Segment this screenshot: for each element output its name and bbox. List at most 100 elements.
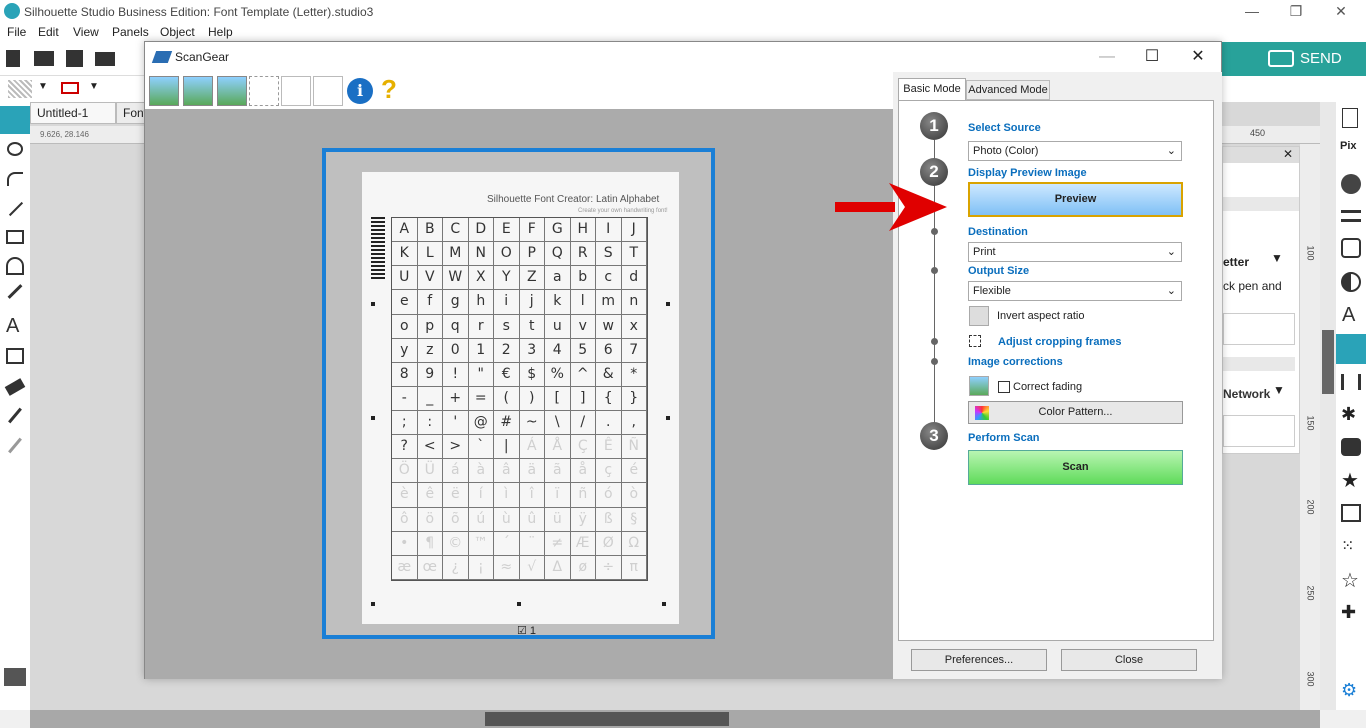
dialog-maximize-icon[interactable]: ☐ xyxy=(1137,47,1167,67)
restore-icon[interactable]: ❐ xyxy=(1281,2,1311,20)
eraser-tool-icon[interactable] xyxy=(4,378,26,396)
print-icon[interactable] xyxy=(95,52,115,66)
scrollbar-thumb[interactable] xyxy=(485,712,729,726)
invert-aspect-icon[interactable] xyxy=(969,306,989,326)
glyph-cell: ™ xyxy=(468,531,494,556)
fill-pattern-icon[interactable] xyxy=(8,80,32,98)
panel-field[interactable] xyxy=(1223,313,1295,345)
chevron-down-icon[interactable]: ▼ xyxy=(1273,383,1285,397)
eyedropper-tool-icon[interactable] xyxy=(8,437,22,454)
text-style-icon[interactable]: A xyxy=(1342,304,1355,327)
character-grid: ABCDEFGHIJ KLMNOPQRST UVWXYZabcd efghijklmn… xyxy=(391,217,648,581)
scan-button[interactable]: Scan xyxy=(968,450,1183,485)
minimize-icon[interactable]: — xyxy=(1237,2,1267,20)
auto-crop-icon[interactable] xyxy=(217,76,247,106)
help-icon[interactable]: ? xyxy=(381,74,397,105)
destination-dropdown[interactable]: Print ⌄ xyxy=(968,242,1182,262)
glyph-cell: 4 xyxy=(545,338,571,363)
info-icon[interactable]: i xyxy=(347,78,373,104)
glyph-cell: ï xyxy=(545,483,571,508)
rectangle-tool-icon[interactable] xyxy=(6,230,24,244)
page-select-checkbox[interactable]: ☑ 1 xyxy=(517,624,536,637)
align-icon[interactable] xyxy=(1341,374,1361,390)
line-tool-icon[interactable] xyxy=(8,201,24,217)
edit-tool-icon[interactable] xyxy=(6,348,24,364)
glyph-cell: © xyxy=(443,531,469,556)
offset-icon[interactable] xyxy=(1341,504,1361,522)
select-source-dropdown[interactable]: Photo (Color) ⌄ xyxy=(968,141,1182,161)
font-panel-icon[interactable] xyxy=(1336,334,1366,364)
app-title: Silhouette Studio Business Edition: Font… xyxy=(24,5,374,19)
multi-crop-icon[interactable] xyxy=(313,76,343,106)
menu-edit[interactable]: Edit xyxy=(38,25,59,39)
import-icon[interactable] xyxy=(4,668,26,686)
lasso-tool-icon[interactable] xyxy=(7,142,23,156)
glyph-cell: c xyxy=(596,266,622,291)
lines-icon[interactable] xyxy=(1341,210,1361,222)
adjust-cropping-label[interactable]: Adjust cropping frames xyxy=(998,336,1121,348)
scrollbar-thumb[interactable] xyxy=(1322,330,1334,394)
knife-tool-icon[interactable] xyxy=(8,407,22,424)
dialog-minimize-icon[interactable]: — xyxy=(1092,47,1122,67)
close-button[interactable]: Close xyxy=(1061,649,1197,671)
ruler-label: 300 xyxy=(1305,671,1316,687)
menu-panels[interactable]: Panels xyxy=(112,25,149,39)
preview-button[interactable]: Preview xyxy=(968,182,1183,217)
gear-icon[interactable]: ⚙ xyxy=(1341,680,1357,701)
polygon-tool-icon[interactable] xyxy=(6,257,24,275)
adjust-cropping-checkbox[interactable] xyxy=(969,335,981,347)
save-icon[interactable] xyxy=(66,50,83,67)
menu-view[interactable]: View xyxy=(73,25,99,39)
close-icon[interactable]: ✕ xyxy=(1326,2,1356,20)
text-tool-icon[interactable]: A xyxy=(6,315,19,338)
send-panel-tab[interactable] xyxy=(1222,42,1366,76)
tab-basic-mode[interactable]: Basic Mode xyxy=(898,78,966,100)
star-outline-icon[interactable]: ☆ xyxy=(1341,568,1359,593)
clear-frames-icon[interactable] xyxy=(281,76,311,106)
correct-fading-checkbox[interactable] xyxy=(998,381,1010,393)
menu-help[interactable]: Help xyxy=(208,25,233,39)
scanned-page: Silhouette Font Creator: Latin Alphabet … xyxy=(362,172,679,624)
send-label[interactable]: SEND xyxy=(1300,50,1342,67)
page-setup-icon[interactable] xyxy=(1342,108,1358,128)
chevron-down-icon[interactable]: ▼ xyxy=(89,81,99,92)
registration-barcode xyxy=(371,217,385,281)
pixscan-icon[interactable]: Pix xyxy=(1340,140,1357,152)
preferences-button[interactable]: Preferences... xyxy=(911,649,1047,671)
cropping-frame[interactable]: Silhouette Font Creator: Latin Alphabet … xyxy=(322,148,715,639)
glyph-cell: S xyxy=(596,242,622,267)
rotate-left-icon[interactable] xyxy=(149,76,179,106)
new-file-icon[interactable] xyxy=(6,50,20,67)
glyph-cell: ç xyxy=(596,459,622,484)
open-folder-icon[interactable] xyxy=(34,51,54,66)
tab-advanced-mode[interactable]: Advanced Mode xyxy=(966,80,1050,100)
select-all-frames-icon[interactable] xyxy=(249,76,279,106)
modify-icon[interactable] xyxy=(1341,438,1361,456)
replicate-icon[interactable]: ✱ xyxy=(1341,404,1361,424)
star-icon[interactable]: ★ xyxy=(1341,468,1359,493)
menu-object[interactable]: Object xyxy=(160,25,195,39)
puzzle-icon[interactable]: ✚ xyxy=(1341,602,1356,623)
sketch-icon[interactable]: ⁙ xyxy=(1341,536,1361,556)
output-size-dropdown[interactable]: Flexible ⌄ xyxy=(968,281,1182,301)
color-pattern-label: Color Pattern... xyxy=(1038,406,1113,418)
fill-icon[interactable] xyxy=(1341,238,1361,258)
line-color-icon[interactable] xyxy=(61,82,79,94)
color-pattern-button[interactable]: Color Pattern... xyxy=(968,401,1183,424)
tab-untitled-1[interactable]: Untitled-1 xyxy=(30,102,116,124)
rotate-right-icon[interactable] xyxy=(183,76,213,106)
panel-close-icon[interactable]: ✕ xyxy=(1283,147,1293,161)
select-tool-icon[interactable] xyxy=(0,106,30,134)
chevron-down-icon[interactable]: ▼ xyxy=(38,81,48,92)
transparency-icon[interactable] xyxy=(1341,272,1361,292)
panel-field[interactable] xyxy=(1223,415,1295,447)
vertical-scrollbar[interactable] xyxy=(1320,102,1336,710)
pencil-tool-icon[interactable] xyxy=(7,284,23,299)
palette-icon[interactable] xyxy=(1341,174,1361,194)
menu-file[interactable]: File xyxy=(7,25,26,39)
step-dot xyxy=(931,338,938,345)
dialog-close-icon[interactable]: ✕ xyxy=(1183,47,1213,67)
curve-tool-icon[interactable] xyxy=(7,172,23,186)
chevron-down-icon[interactable]: ▼ xyxy=(1271,251,1283,265)
glyph-cell: y xyxy=(392,338,418,363)
